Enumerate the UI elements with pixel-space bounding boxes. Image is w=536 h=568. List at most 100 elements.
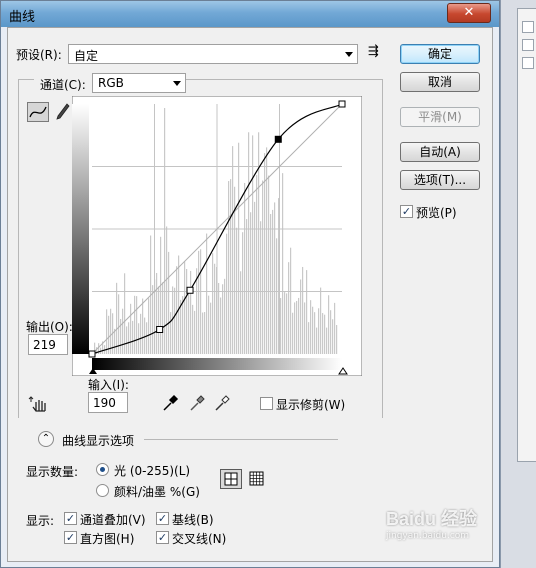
- smooth-button[interactable]: 平滑(M): [400, 107, 480, 127]
- input-field[interactable]: 190: [88, 392, 128, 413]
- close-icon: ✕: [463, 5, 475, 20]
- histogram-bar: [318, 308, 320, 354]
- histogram-bar: [302, 266, 304, 354]
- channel-label: 通道(C):: [40, 78, 86, 92]
- histogram-bar: [220, 297, 222, 354]
- group-line: [186, 79, 382, 80]
- gray-eyedropper-icon[interactable]: [188, 394, 206, 412]
- background-box: [522, 21, 534, 33]
- expand-options-button[interactable]: ⌃: [38, 431, 54, 447]
- watermark-url: jingyan.baidu.com: [386, 531, 470, 541]
- histogram-bar: [126, 326, 128, 354]
- curve-graph[interactable]: [72, 96, 362, 376]
- histogram-bar: [264, 153, 266, 354]
- histogram-bar: [232, 146, 234, 354]
- preview-label: 预览(P): [416, 206, 457, 220]
- curve-point[interactable]: [338, 100, 346, 108]
- curves-dialog: 曲线 ✕ 预设(R): 自定 ⇶ 确定 取消 平滑(M) 自动(A) 选项(T)…: [0, 0, 500, 568]
- histogram-bar: [206, 233, 208, 354]
- curve-tool-button[interactable]: [27, 102, 49, 122]
- background-box: [522, 39, 534, 51]
- histogram-checkbox[interactable]: ✓: [64, 531, 77, 544]
- histogram-bar: [240, 271, 242, 354]
- histogram-bar: [282, 173, 284, 354]
- preset-value: 自定: [74, 49, 99, 63]
- histogram-bar: [208, 295, 210, 354]
- histogram-bar: [256, 175, 258, 354]
- selected-curve-point[interactable]: [274, 135, 282, 143]
- histogram-bar: [202, 312, 204, 354]
- histogram-bar: [116, 282, 118, 354]
- histogram-bar: [294, 302, 296, 354]
- histogram-bar: [156, 272, 158, 354]
- histogram-bar: [270, 214, 272, 354]
- channel-select[interactable]: RGB: [92, 73, 186, 93]
- white-eyedropper-icon[interactable]: [213, 394, 231, 412]
- grid-10-icon[interactable]: [248, 470, 266, 488]
- histogram-bar: [222, 284, 224, 354]
- options-button[interactable]: 选项(T)...: [400, 170, 480, 190]
- histogram-bar: [192, 304, 194, 354]
- curve-point[interactable]: [88, 350, 96, 358]
- show-clipping-label: 显示修剪(W): [276, 398, 346, 412]
- histogram-bar: [228, 181, 230, 354]
- simple-grid-button[interactable]: [220, 469, 242, 489]
- histogram-bar: [166, 226, 168, 354]
- histogram-bar: [310, 300, 312, 354]
- histogram-bar: [292, 312, 294, 354]
- group-line: [144, 439, 338, 440]
- preset-select[interactable]: 自定: [68, 44, 358, 64]
- baseline-label: 基线(B): [172, 513, 214, 527]
- auto-button[interactable]: 自动(A): [400, 142, 480, 162]
- histogram-bar: [314, 312, 316, 354]
- input-label: 输入(I):: [88, 378, 129, 392]
- histogram-bar: [186, 269, 188, 354]
- histogram-bar: [330, 310, 332, 354]
- target-adjust-hand-icon[interactable]: [28, 394, 50, 414]
- preset-options-icon[interactable]: ⇶: [368, 44, 379, 59]
- dialog-body: 预设(R): 自定 ⇶ 确定 取消 平滑(M) 自动(A) 选项(T)... ✓…: [7, 27, 493, 562]
- histogram-bar: [224, 278, 226, 354]
- chevron-down-icon: [173, 81, 181, 86]
- histogram-bar: [182, 296, 184, 354]
- black-eyedropper-icon[interactable]: [161, 394, 179, 412]
- input-gradient-bar: [92, 358, 342, 370]
- histogram-bar: [196, 268, 198, 354]
- preview-checkbox[interactable]: ✓: [400, 205, 413, 218]
- curve-point[interactable]: [156, 325, 164, 333]
- output-gradient-bar: [72, 104, 89, 354]
- histogram-bar: [124, 273, 126, 354]
- histogram-bar: [132, 320, 134, 354]
- channel-value: RGB: [98, 76, 124, 90]
- histogram-label: 直方图(H): [80, 532, 135, 546]
- histogram-bar: [214, 263, 216, 354]
- histogram-bar: [144, 317, 146, 354]
- show-clipping-checkbox[interactable]: [260, 397, 273, 410]
- ok-button[interactable]: 确定: [400, 44, 480, 64]
- output-field[interactable]: 219: [28, 334, 68, 355]
- title-bar[interactable]: 曲线 ✕: [1, 1, 499, 27]
- preset-label: 预设(R):: [16, 48, 62, 62]
- pencil-icon[interactable]: [54, 102, 70, 122]
- channel-overlay-checkbox[interactable]: ✓: [64, 512, 77, 525]
- histogram-bar: [308, 322, 310, 354]
- histogram-bar: [290, 247, 292, 354]
- histogram-bar: [250, 212, 252, 354]
- close-button[interactable]: ✕: [447, 3, 491, 23]
- histogram-bar: [252, 135, 254, 354]
- histogram-bar: [184, 261, 186, 354]
- baidu-watermark: Baidu 经验 jingyan.baidu.com: [386, 505, 490, 545]
- histogram-bar: [298, 297, 300, 354]
- intersection-line-checkbox[interactable]: ✓: [156, 531, 169, 544]
- histogram-bar: [254, 201, 256, 354]
- cancel-button[interactable]: 取消: [400, 72, 480, 92]
- curve-tool-icon: [29, 106, 47, 118]
- pigment-radio[interactable]: [96, 484, 109, 497]
- histogram-bar: [198, 250, 200, 354]
- curve-point[interactable]: [186, 286, 194, 294]
- light-radio[interactable]: [96, 463, 109, 476]
- histogram-bar: [110, 308, 112, 354]
- baseline-checkbox[interactable]: ✓: [156, 512, 169, 525]
- histogram-bar: [152, 285, 154, 354]
- histogram-bar: [128, 322, 130, 354]
